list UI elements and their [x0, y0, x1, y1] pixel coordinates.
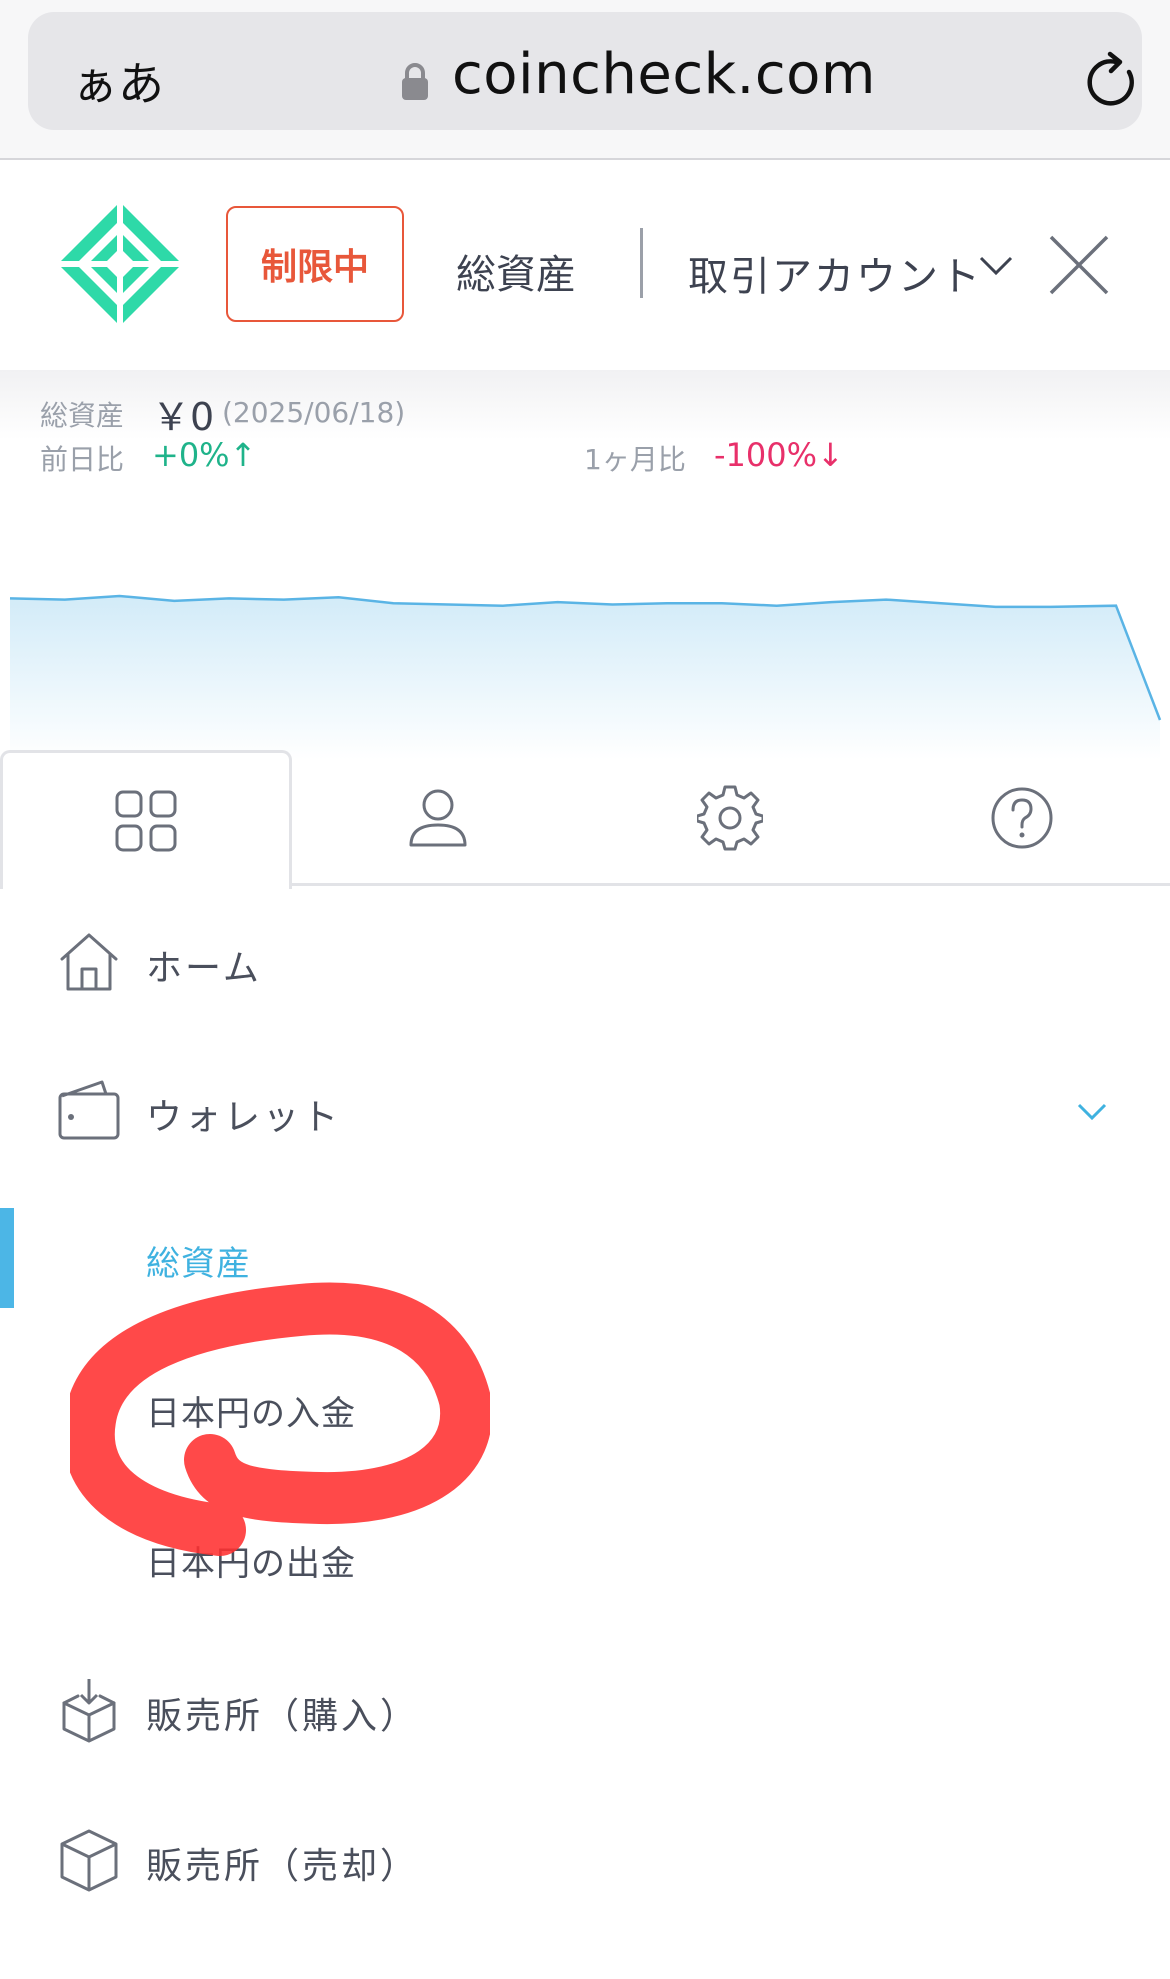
menu-label-buy: 販売所（購入） — [146, 1696, 420, 1737]
chart-area-fill — [10, 596, 1160, 760]
menu-label-sell: 販売所（売却） — [146, 1846, 420, 1887]
tab-dashboard[interactable] — [0, 750, 292, 889]
box-download-icon — [62, 1679, 116, 1743]
browser-bar: ぁあ coincheck.com — [0, 0, 1170, 160]
gear-icon — [697, 785, 763, 851]
menu-item-buy[interactable]: 販売所（購入） — [0, 1653, 1170, 1763]
menu-item-sell[interactable]: 販売所（売却） — [0, 1803, 1170, 1913]
sub-label-jpy-deposit: 日本円の入金 — [146, 1394, 356, 1434]
day-change-label: 前日比 — [40, 443, 125, 476]
menu-label-wallet: ウォレット — [146, 1097, 342, 1138]
tab-account[interactable] — [292, 750, 584, 886]
home-icon — [60, 933, 118, 991]
close-icon[interactable] — [1048, 234, 1110, 296]
active-indicator — [0, 1208, 14, 1308]
wallet-sub-jpy-deposit[interactable]: 日本円の入金 — [0, 1358, 1170, 1458]
sub-label-jpy-withdrawal: 日本円の出金 — [146, 1544, 356, 1584]
month-change-value: -100%↓ — [714, 436, 844, 474]
user-icon — [409, 789, 467, 847]
tab-settings[interactable] — [584, 750, 876, 886]
total-assets-value: ￥0 — [152, 395, 215, 439]
wallet-sub-jpy-withdrawal[interactable]: 日本円の出金 — [0, 1508, 1170, 1608]
menu-item-wallet[interactable]: ウォレット — [0, 1054, 1170, 1164]
text-size-button[interactable]: ぁあ — [72, 48, 164, 114]
address-bar[interactable]: ぁあ coincheck.com — [28, 12, 1142, 130]
restricted-badge: 制限中 — [226, 206, 404, 322]
sub-label-total-assets: 総資産 — [146, 1244, 251, 1284]
coincheck-logo-icon[interactable] — [58, 202, 182, 326]
menu-label-home: ホーム — [146, 948, 262, 989]
total-assets-link[interactable]: 総資産 — [456, 242, 576, 300]
app-header: 制限中 総資産 取引アカウント — [0, 160, 1170, 370]
total-assets-label: 総資産 — [40, 399, 125, 432]
help-icon — [991, 787, 1053, 849]
asset-chart — [9, 594, 1162, 760]
menu-tabs — [0, 750, 1170, 889]
asset-summary: 総資産 ￥0 (2025/06/18) 前日比 +0%↑ 1ヶ月比 -100%↓ — [0, 370, 1170, 760]
lock-icon — [402, 63, 428, 100]
day-change-value: +0%↑ — [152, 436, 257, 474]
header-divider — [640, 228, 643, 298]
box-icon — [60, 1829, 118, 1892]
wallet-icon — [58, 1080, 120, 1140]
month-change-label: 1ヶ月比 — [584, 443, 686, 476]
chevron-down-icon[interactable] — [1076, 1098, 1108, 1124]
chevron-down-icon[interactable] — [978, 250, 1014, 280]
url-text[interactable]: coincheck.com — [452, 42, 876, 107]
summary-date: (2025/06/18) — [222, 396, 406, 429]
wallet-sub-total-assets[interactable]: 総資産 — [0, 1208, 1170, 1308]
account-selector[interactable]: 取引アカウント — [688, 244, 982, 302]
grid-icon — [115, 790, 177, 852]
reload-icon[interactable] — [1084, 50, 1140, 110]
tab-help[interactable] — [876, 750, 1168, 886]
menu-item-home[interactable]: ホーム — [0, 905, 1170, 1015]
